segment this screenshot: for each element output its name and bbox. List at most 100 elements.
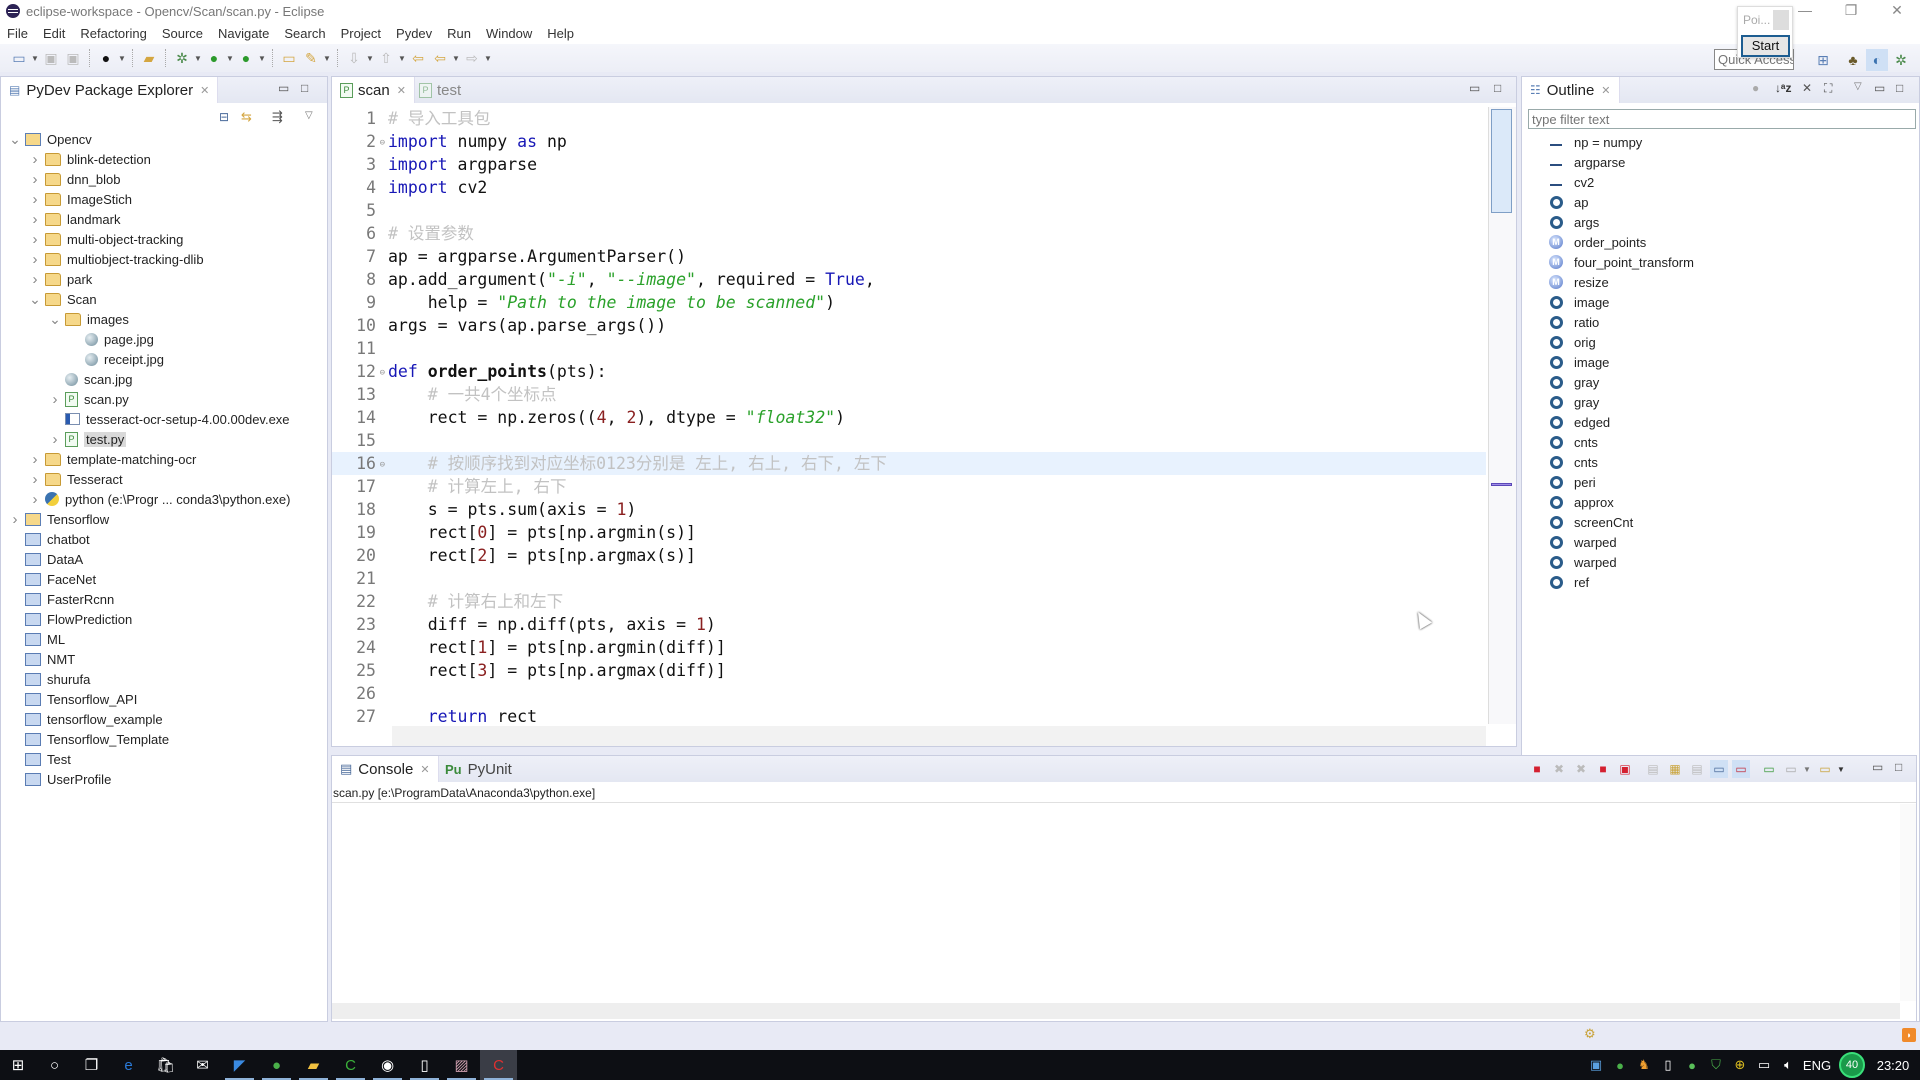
menu-search[interactable]: Search [284,26,325,41]
clear-console-icon[interactable]: ▤ [1644,760,1662,778]
tree-item[interactable]: tesseract-ocr-setup-4.00.00dev.exe [1,409,327,429]
code-line[interactable]: 22 # 计算右上和左下 [332,590,1486,613]
tray-qq-icon[interactable]: ♞ [1632,1050,1656,1080]
outline-item[interactable]: peri [1548,472,1694,492]
tray-browser-icon[interactable]: ● [1608,1050,1632,1080]
tree-item[interactable]: ⌄ images [1,309,327,329]
next-annotation-dropdown[interactable]: ▼ [365,54,375,63]
tray-clock[interactable]: 23:20 [1870,1050,1916,1080]
tree-item[interactable]: UserProfile [1,769,327,789]
tree-item[interactable]: ML [1,629,327,649]
collapse-all-icon[interactable]: ⊟ [219,110,229,124]
display-console-dropdown[interactable]: ▼ [1798,760,1816,778]
new-dropdown[interactable]: ▼ [30,54,40,63]
filter-icon[interactable]: ⇶ [272,109,283,125]
chevron-down-icon[interactable]: ⌄ [29,292,41,306]
forward-icon[interactable]: ⇨ [461,47,483,69]
outline-item[interactable]: cv2 [1548,172,1694,192]
task-view-icon[interactable]: ❐ [73,1050,110,1080]
show-on-stderr-icon[interactable]: ▭ [1732,760,1750,778]
minimize-view-icon[interactable]: ▭ [278,81,289,95]
prev-annotation-icon[interactable]: ⇧ [375,47,397,69]
outline-item[interactable]: four_point_transform [1548,252,1694,272]
code-line[interactable]: 19 rect[0] = pts[np.argmin(s)] [332,521,1486,544]
tree-item[interactable]: › python (e:\Progr ... conda3\python.exe) [1,489,327,509]
last-edit-icon[interactable]: ⇦ [407,47,429,69]
chevron-right-icon[interactable]: › [29,211,41,228]
code-line[interactable]: 23 diff = np.diff(pts, axis = 1) [332,613,1486,636]
back-dropdown[interactable]: ▼ [451,54,461,63]
code-line[interactable]: 11 [332,337,1486,360]
tree-item[interactable]: FaceNet [1,569,327,589]
chevron-right-icon[interactable]: › [29,151,41,168]
tree-item[interactable]: scan.jpg [1,369,327,389]
pen-dropdown[interactable]: ▼ [322,54,332,63]
mail-icon[interactable]: ✉ [184,1050,221,1080]
edge-icon[interactable]: e [110,1050,147,1080]
menu-help[interactable]: Help [547,26,574,41]
close-icon[interactable]: ✕ [1601,84,1610,97]
menu-file[interactable]: File [7,26,28,41]
tab-outline[interactable]: ☷ Outline ✕ [1522,77,1620,103]
outline-item[interactable]: edged [1548,412,1694,432]
tray-usb-icon[interactable]: ▯ [1656,1050,1680,1080]
code-line[interactable]: 3 import argparse [332,153,1486,176]
tab-console[interactable]: ▤ Console ✕ [332,756,439,782]
maximize-view-icon[interactable]: □ [1494,81,1501,95]
code-line[interactable]: 7 ap = argparse.ArgumentParser() [332,245,1486,268]
code-line[interactable]: 2 ⊖ import numpy as np [332,130,1486,153]
code-line[interactable]: 14 rect = np.zeros((4, 2), dtype = "floa… [332,406,1486,429]
pen-icon[interactable]: ✎ [300,47,322,69]
code-line[interactable]: 16 ⊖ # 按顺序找到对应坐标0123分别是 左上, 右上, 右下, 左下 [332,452,1486,475]
external-tools-icon[interactable]: ● [235,47,257,69]
scroll-lock-icon[interactable]: ▦ [1666,760,1684,778]
tree-item[interactable]: › Pscan.py [1,389,327,409]
outline-item[interactable]: cnts [1548,452,1694,472]
code-line[interactable]: 5 [332,199,1486,222]
tree-item[interactable]: Tensorflow_API [1,689,327,709]
eclipse-icon[interactable]: ◉ [369,1050,406,1080]
link-icon[interactable]: ● [1752,81,1759,95]
chevron-right-icon[interactable]: › [29,271,41,288]
outline-item[interactable]: gray [1548,392,1694,412]
feishu-icon[interactable]: ◤ [221,1050,258,1080]
outline-item[interactable]: args [1548,212,1694,232]
overview-ruler[interactable] [1488,107,1516,724]
collapse-all-icon[interactable]: ✕ [1802,81,1812,95]
tab-test[interactable]: P test [411,77,469,103]
tree-item[interactable]: ⌄ Scan [1,289,327,309]
code-line[interactable]: 27 return rect [332,705,1486,728]
chevron-right-icon[interactable]: › [29,251,41,268]
code-line[interactable]: 25 rect[3] = pts[np.argmax(diff)] [332,659,1486,682]
code-line[interactable]: 8 ap.add_argument("-i", "--image", requir… [332,268,1486,291]
horizontal-scrollbar[interactable] [392,726,1486,746]
outline-item[interactable]: ap [1548,192,1694,212]
next-annotation-icon[interactable]: ⇩ [343,47,365,69]
code-line[interactable]: 24 rect[1] = pts[np.argmin(diff)] [332,636,1486,659]
chevron-right-icon[interactable]: › [29,191,41,208]
java-perspective-icon[interactable]: ♣ [1842,49,1864,71]
tree-item[interactable]: tensorflow_example [1,709,327,729]
tab-scan[interactable]: P scan ✕ [332,77,415,103]
tree-item[interactable]: page.jpg [1,329,327,349]
tree-item[interactable]: NMT [1,649,327,669]
pin-console-icon[interactable]: ▭ [1760,760,1778,778]
external-tools-dropdown[interactable]: ▼ [257,54,267,63]
tray-volume-icon[interactable]: 🔈︎ [1776,1050,1800,1080]
outline-item[interactable]: np = numpy [1548,132,1694,152]
sort-icon[interactable]: ↓ᵃz [1775,81,1792,95]
tree-item[interactable]: › blink-detection [1,149,327,169]
outline-item[interactable]: screenCnt [1548,512,1694,532]
maximize-view-icon[interactable]: □ [301,81,308,95]
remove-all-launches-icon[interactable]: ✖ [1572,760,1590,778]
close-icon[interactable]: ✕ [397,84,406,97]
code-line[interactable]: 15 [332,429,1486,452]
outline-item[interactable]: resize [1548,272,1694,292]
cortana-icon[interactable]: ○ [36,1050,73,1080]
remove-launch-icon[interactable]: ✖ [1550,760,1568,778]
code-line[interactable]: 26 [332,682,1486,705]
terminate-relaunch-icon[interactable]: ■ [1594,760,1612,778]
tree-item[interactable]: › landmark [1,209,327,229]
menu-project[interactable]: Project [341,26,381,41]
chevron-right-icon[interactable]: › [29,491,41,508]
